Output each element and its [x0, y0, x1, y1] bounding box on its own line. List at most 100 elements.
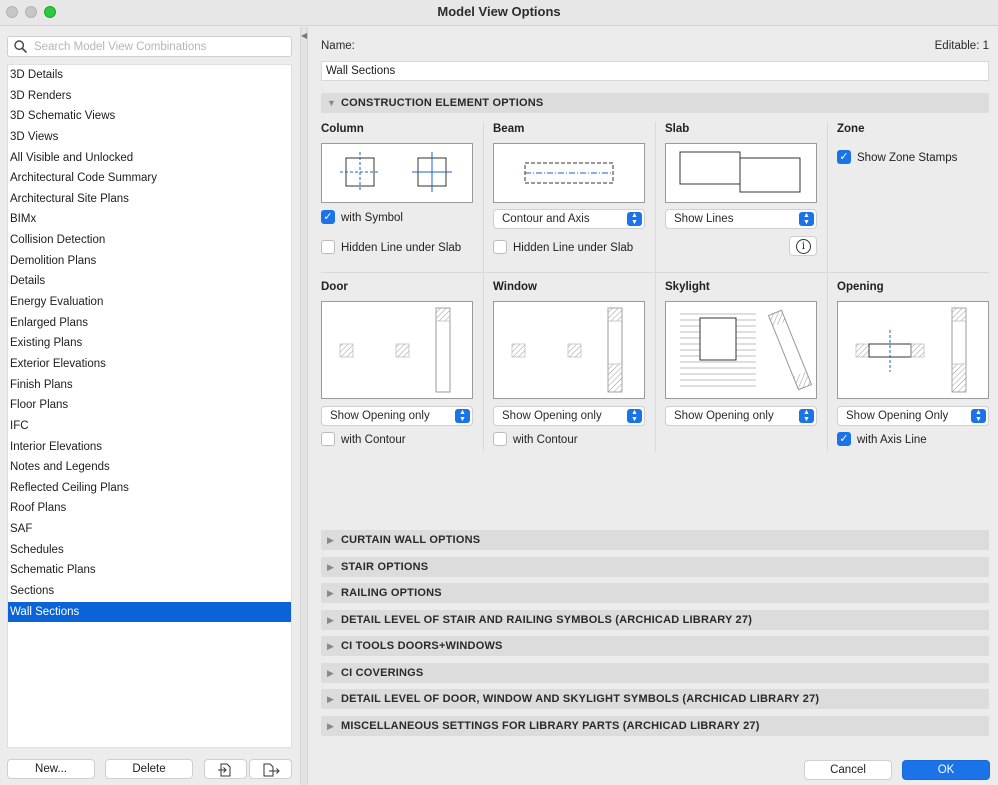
- section-curtain-wall[interactable]: ▶ CURTAIN WALL OPTIONS: [321, 530, 989, 550]
- with-symbol-checkbox[interactable]: ✓ with Symbol: [321, 209, 403, 226]
- list-item[interactable]: 3D Details: [8, 65, 291, 86]
- list-item[interactable]: Schedules: [8, 540, 291, 561]
- slab-preview: [665, 143, 817, 203]
- search-input[interactable]: [32, 38, 287, 55]
- list-item[interactable]: Wall Sections: [8, 601, 291, 623]
- list-item[interactable]: 3D Renders: [8, 86, 291, 107]
- section-railing[interactable]: ▶ RAILING OPTIONS: [321, 583, 989, 603]
- select-arrows-icon: ▲ ▼: [627, 409, 642, 423]
- list-item[interactable]: Enlarged Plans: [8, 313, 291, 334]
- select-arrows-icon: ▲ ▼: [627, 212, 642, 226]
- editable-count: Editable: 1: [934, 40, 989, 52]
- window-title: Model View Options: [437, 4, 561, 19]
- section-stair[interactable]: ▶ STAIR OPTIONS: [321, 557, 989, 577]
- disclosure-closed-icon: ▶: [327, 615, 334, 625]
- beam-hidden-line-checkbox[interactable]: Hidden Line under Slab: [493, 239, 633, 256]
- section-door-window-skylight-symbols[interactable]: ▶ DETAIL LEVEL OF DOOR, WINDOW AND SKYLIG…: [321, 689, 989, 709]
- list-item[interactable]: Interior Elevations: [8, 437, 291, 458]
- door-with-contour-checkbox[interactable]: with Contour: [321, 431, 406, 448]
- zone-title: Zone: [837, 123, 865, 135]
- beam-preview: [493, 143, 645, 203]
- construction-options-grid: Column ✓ with Symbol Hidden Line under Sl…: [321, 122, 989, 452]
- select-arrows-icon: ▲ ▼: [799, 409, 814, 423]
- section-misc-library-parts[interactable]: ▶ MISCELLANEOUS SETTINGS FOR LIBRARY PART…: [321, 716, 989, 736]
- opening-preview: [837, 301, 989, 399]
- skylight-preview: [665, 301, 817, 399]
- slab-info-button[interactable]: i: [789, 236, 817, 256]
- list-item[interactable]: Demolition Plans: [8, 251, 291, 272]
- disclosure-closed-icon: ▶: [327, 535, 334, 545]
- new-button[interactable]: New...: [7, 759, 95, 779]
- list-item[interactable]: Architectural Site Plans: [8, 189, 291, 210]
- column-preview: [321, 143, 473, 203]
- info-icon: i: [796, 239, 811, 254]
- export-icon: [263, 763, 280, 777]
- list-item[interactable]: Finish Plans: [8, 375, 291, 396]
- import-icon: [217, 763, 230, 777]
- section-stair-railing-symbols[interactable]: ▶ DETAIL LEVEL OF STAIR AND RAILING SYMBO…: [321, 610, 989, 630]
- ok-button[interactable]: OK: [902, 760, 990, 780]
- door-display-select[interactable]: Show Opening only ▲ ▼: [321, 406, 473, 426]
- list-item[interactable]: Sections: [8, 581, 291, 602]
- door-preview: [321, 301, 473, 399]
- list-item[interactable]: Details: [8, 271, 291, 292]
- column-hidden-line-checkbox[interactable]: Hidden Line under Slab: [321, 239, 461, 256]
- opening-display-select[interactable]: Show Opening Only ▲ ▼: [837, 406, 989, 426]
- disclosure-closed-icon: ▶: [327, 694, 334, 704]
- construction-section-header[interactable]: ▼ CONSTRUCTION ELEMENT OPTIONS: [321, 93, 989, 113]
- section-ci-coverings[interactable]: ▶ CI COVERINGS: [321, 663, 989, 683]
- export-button[interactable]: [249, 759, 292, 779]
- section-ci-tools-doors-windows[interactable]: ▶ CI TOOLS DOORS+WINDOWS: [321, 636, 989, 656]
- with-axis-line-checkbox[interactable]: ✓ with Axis Line: [837, 431, 927, 448]
- list-item[interactable]: All Visible and Unlocked: [8, 148, 291, 169]
- import-button[interactable]: [204, 759, 247, 779]
- search-box[interactable]: [7, 36, 292, 57]
- panel-splitter[interactable]: ◀: [300, 27, 308, 785]
- skylight-title: Skylight: [665, 281, 710, 293]
- disclosure-closed-icon: ▶: [327, 641, 334, 651]
- list-item[interactable]: Reflected Ceiling Plans: [8, 478, 291, 499]
- disclosure-open-icon: ▼: [327, 98, 336, 108]
- slab-display-select[interactable]: Show Lines ▲ ▼: [665, 209, 817, 229]
- list-item[interactable]: Architectural Code Summary: [8, 168, 291, 189]
- list-item[interactable]: Exterior Elevations: [8, 354, 291, 375]
- list-item[interactable]: 3D Views: [8, 127, 291, 148]
- left-panel: 3D Details 3D Renders 3D Schematic Views…: [0, 27, 300, 785]
- beam-display-select[interactable]: Contour and Axis ▲ ▼: [493, 209, 645, 229]
- right-panel: Name: Editable: 1 ▼ CONSTRUCTION ELEMENT…: [309, 27, 998, 785]
- collapse-arrow-icon[interactable]: ◀: [301, 31, 307, 40]
- opening-title: Opening: [837, 281, 884, 293]
- beam-title: Beam: [493, 123, 525, 135]
- list-item[interactable]: 3D Schematic Views: [8, 106, 291, 127]
- list-item[interactable]: Existing Plans: [8, 333, 291, 354]
- slab-title: Slab: [665, 123, 690, 135]
- list-item[interactable]: Collision Detection: [8, 230, 291, 251]
- section-title: CONSTRUCTION ELEMENT OPTIONS: [341, 97, 544, 109]
- window-with-contour-checkbox[interactable]: with Contour: [493, 431, 578, 448]
- window-display-select[interactable]: Show Opening only ▲ ▼: [493, 406, 645, 426]
- skylight-display-select[interactable]: Show Opening only ▲ ▼: [665, 406, 817, 426]
- select-arrows-icon: ▲ ▼: [799, 212, 814, 226]
- title-bar: Model View Options: [0, 0, 998, 26]
- column-title: Column: [321, 123, 364, 135]
- list-item[interactable]: SAF: [8, 519, 291, 540]
- disclosure-closed-icon: ▶: [327, 588, 334, 598]
- window-preview: [493, 301, 645, 399]
- disclosure-closed-icon: ▶: [327, 668, 334, 678]
- list-item[interactable]: Energy Evaluation: [8, 292, 291, 313]
- show-zone-stamps-checkbox[interactable]: ✓ Show Zone Stamps: [837, 149, 957, 166]
- list-item[interactable]: Roof Plans: [8, 498, 291, 519]
- list-item[interactable]: Schematic Plans: [8, 560, 291, 581]
- cancel-button[interactable]: Cancel: [804, 760, 892, 780]
- window-title-label: Window: [493, 281, 537, 293]
- disclosure-closed-icon: ▶: [327, 562, 334, 572]
- list-item[interactable]: Floor Plans: [8, 395, 291, 416]
- list-item[interactable]: IFC: [8, 416, 291, 437]
- list-item[interactable]: Notes and Legends: [8, 457, 291, 478]
- name-field[interactable]: [321, 61, 989, 81]
- search-icon: [14, 40, 27, 53]
- disclosure-closed-icon: ▶: [327, 721, 334, 731]
- delete-button[interactable]: Delete: [105, 759, 193, 779]
- list-item[interactable]: BIMx: [8, 209, 291, 230]
- model-view-list[interactable]: 3D Details 3D Renders 3D Schematic Views…: [7, 64, 292, 748]
